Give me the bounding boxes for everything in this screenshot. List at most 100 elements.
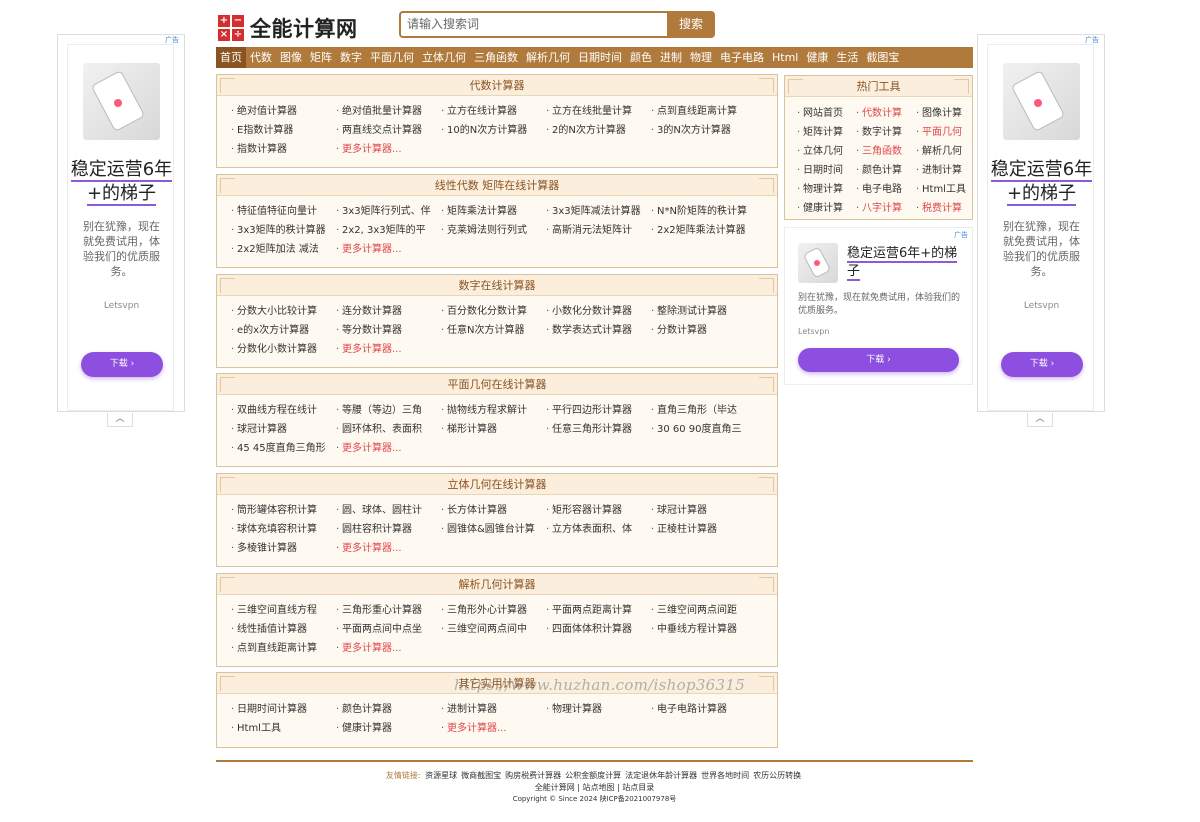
friend-link[interactable]: 资源星球 bbox=[425, 771, 457, 780]
calculator-link[interactable]: Html工具 bbox=[231, 719, 336, 738]
collapse-ad-icon[interactable]: ︿ bbox=[1027, 413, 1053, 427]
calculator-link[interactable]: 分数大小比较计算 bbox=[231, 302, 336, 321]
calculator-link[interactable]: 分数计算器 bbox=[651, 321, 756, 340]
hot-tool-link[interactable]: 立体几何 bbox=[797, 142, 856, 161]
hot-tool-link[interactable]: 网站首页 bbox=[797, 104, 856, 123]
calculator-link[interactable]: 物理计算器 bbox=[546, 700, 651, 719]
hot-tool-link[interactable]: 三角函数 bbox=[856, 142, 916, 161]
ad-download-button[interactable]: 下载 › bbox=[1001, 352, 1083, 377]
friend-link[interactable]: 法定退休年龄计算器 bbox=[625, 771, 697, 780]
calculator-link[interactable]: 健康计算器 bbox=[336, 719, 441, 738]
nav-item[interactable]: 解析几何 bbox=[522, 47, 574, 68]
ad-download-button[interactable]: 下载 › bbox=[81, 352, 163, 377]
calculator-link[interactable]: 长方体计算器 bbox=[441, 501, 546, 520]
calculator-link[interactable]: 高斯消元法矩阵计 bbox=[546, 221, 651, 240]
nav-item[interactable]: 平面几何 bbox=[366, 47, 418, 68]
calculator-link[interactable]: 点到直线距离计算 bbox=[651, 102, 756, 121]
hot-tool-link[interactable]: 进制计算 bbox=[916, 161, 972, 180]
more-calculators-link[interactable]: 更多计算器... bbox=[336, 240, 441, 259]
calculator-link[interactable]: 圆、球体、圆柱计 bbox=[336, 501, 441, 520]
hot-tool-link[interactable]: 物理计算 bbox=[797, 180, 856, 199]
hot-tool-link[interactable]: 税费计算 bbox=[916, 199, 972, 218]
calculator-link[interactable]: 立方体表面积、体 bbox=[546, 520, 651, 539]
calculator-link[interactable]: 平行四边形计算器 bbox=[546, 401, 651, 420]
calculator-link[interactable]: 三维空间两点间中 bbox=[441, 620, 546, 639]
calculator-link[interactable]: 日期时间计算器 bbox=[231, 700, 336, 719]
hot-tool-link[interactable]: 代数计算 bbox=[856, 104, 916, 123]
hot-tool-link[interactable]: 日期时间 bbox=[797, 161, 856, 180]
calculator-link[interactable]: 多棱锥计算器 bbox=[231, 539, 336, 558]
hot-tool-link[interactable]: 平面几何 bbox=[916, 123, 972, 142]
calculator-link[interactable]: 球冠计算器 bbox=[651, 501, 756, 520]
nav-item[interactable]: 日期时间 bbox=[574, 47, 626, 68]
calculator-link[interactable]: 球冠计算器 bbox=[231, 420, 336, 439]
calculator-link[interactable]: 指数计算器 bbox=[231, 140, 336, 159]
site-logo[interactable]: + − × ÷ 全能计算网 bbox=[218, 13, 358, 43]
left-ad[interactable]: 广告 稳定运营6年+的梯子 别在犹豫，现在就免费试用，体验我们的优质服务。 Le… bbox=[67, 36, 179, 411]
search-input[interactable]: 请输入搜索词 bbox=[399, 11, 667, 38]
hot-tool-link[interactable]: 健康计算 bbox=[797, 199, 856, 218]
friend-link[interactable]: 农历公历转换 bbox=[753, 771, 801, 780]
more-calculators-link[interactable]: 更多计算器... bbox=[336, 140, 441, 159]
calculator-link[interactable]: 颜色计算器 bbox=[336, 700, 441, 719]
hot-tool-link[interactable]: 矩阵计算 bbox=[797, 123, 856, 142]
calculator-link[interactable]: 2x2矩阵乘法计算器 bbox=[651, 221, 756, 240]
collapse-ad-icon[interactable]: ︿ bbox=[107, 413, 133, 427]
calculator-link[interactable]: 圆环体积、表面积 bbox=[336, 420, 441, 439]
nav-item[interactable]: 矩阵 bbox=[306, 47, 336, 68]
calculator-link[interactable]: 电子电路计算器 bbox=[651, 700, 756, 719]
hot-tool-link[interactable]: 解析几何 bbox=[916, 142, 972, 161]
friend-link[interactable]: 世界各地时间 bbox=[701, 771, 749, 780]
calculator-link[interactable]: 抛物线方程求解计 bbox=[441, 401, 546, 420]
nav-item[interactable]: 代数 bbox=[246, 47, 276, 68]
calculator-link[interactable]: 2的N次方计算器 bbox=[546, 121, 651, 140]
calculator-link[interactable]: 30 60 90度直角三 bbox=[651, 420, 756, 439]
hot-tool-link[interactable]: 图像计算 bbox=[916, 104, 972, 123]
calculator-link[interactable]: 两直线交点计算器 bbox=[336, 121, 441, 140]
calculator-link[interactable]: 3x3矩阵的秩计算器 bbox=[231, 221, 336, 240]
nav-item[interactable]: Html bbox=[768, 47, 802, 68]
nav-item[interactable]: 三角函数 bbox=[470, 47, 522, 68]
friend-link[interactable]: 公积金额度计算 bbox=[565, 771, 621, 780]
hot-tool-link[interactable]: 数字计算 bbox=[856, 123, 916, 142]
calculator-link[interactable]: 进制计算器 bbox=[441, 700, 546, 719]
calculator-link[interactable]: 圆锥体&圆锥台计算 bbox=[441, 520, 546, 539]
panel-title[interactable]: 数字在线计算器 bbox=[217, 275, 777, 296]
calculator-link[interactable]: 3的N次方计算器 bbox=[651, 121, 756, 140]
calculator-link[interactable]: 三维空间两点间距 bbox=[651, 601, 756, 620]
nav-item[interactable]: 立体几何 bbox=[418, 47, 470, 68]
nav-item[interactable]: 物理 bbox=[686, 47, 716, 68]
calculator-link[interactable]: 2x2, 3x3矩阵的平 bbox=[336, 221, 441, 240]
hot-tool-link[interactable]: 电子电路 bbox=[856, 180, 916, 199]
footer-link[interactable]: 站点地图 bbox=[583, 783, 615, 792]
calculator-link[interactable]: e的x次方计算器 bbox=[231, 321, 336, 340]
calculator-link[interactable]: 三角形外心计算器 bbox=[441, 601, 546, 620]
nav-item[interactable]: 数字 bbox=[336, 47, 366, 68]
calculator-link[interactable]: 任意三角形计算器 bbox=[546, 420, 651, 439]
more-calculators-link[interactable]: 更多计算器... bbox=[336, 539, 441, 558]
calculator-link[interactable]: 点到直线距离计算 bbox=[231, 639, 336, 658]
nav-item[interactable]: 健康 bbox=[802, 47, 832, 68]
nav-item[interactable]: 生活 bbox=[832, 47, 862, 68]
footer-link[interactable]: 全能计算网 bbox=[535, 783, 575, 792]
calculator-link[interactable]: 数学表达式计算器 bbox=[546, 321, 651, 340]
nav-item[interactable]: 首页 bbox=[216, 47, 246, 68]
hot-tool-link[interactable]: 八字计算 bbox=[856, 199, 916, 218]
calculator-link[interactable]: E指数计算器 bbox=[231, 121, 336, 140]
nav-item[interactable]: 电子电路 bbox=[716, 47, 768, 68]
nav-item[interactable]: 图像 bbox=[276, 47, 306, 68]
search-button[interactable]: 搜索 bbox=[667, 11, 715, 38]
calculator-link[interactable]: 中垂线方程计算器 bbox=[651, 620, 756, 639]
right-ad[interactable]: 广告 稳定运营6年+的梯子 别在犹豫，现在就免费试用，体验我们的优质服务。 Le… bbox=[987, 36, 1099, 411]
calculator-link[interactable]: 矩形容器计算器 bbox=[546, 501, 651, 520]
more-calculators-link[interactable]: 更多计算器... bbox=[336, 639, 441, 658]
calculator-link[interactable]: 球体充填容积计算 bbox=[231, 520, 336, 539]
calculator-link[interactable]: 正棱柱计算器 bbox=[651, 520, 756, 539]
calculator-link[interactable]: 任意N次方计算器 bbox=[441, 321, 546, 340]
panel-title[interactable]: 平面几何在线计算器 bbox=[217, 374, 777, 395]
calculator-link[interactable]: 平面两点间中点坐 bbox=[336, 620, 441, 639]
calculator-link[interactable]: 线性插值计算器 bbox=[231, 620, 336, 639]
calculator-link[interactable]: 绝对值计算器 bbox=[231, 102, 336, 121]
hot-tool-link[interactable]: 颜色计算 bbox=[856, 161, 916, 180]
calculator-link[interactable]: 连分数计算器 bbox=[336, 302, 441, 321]
